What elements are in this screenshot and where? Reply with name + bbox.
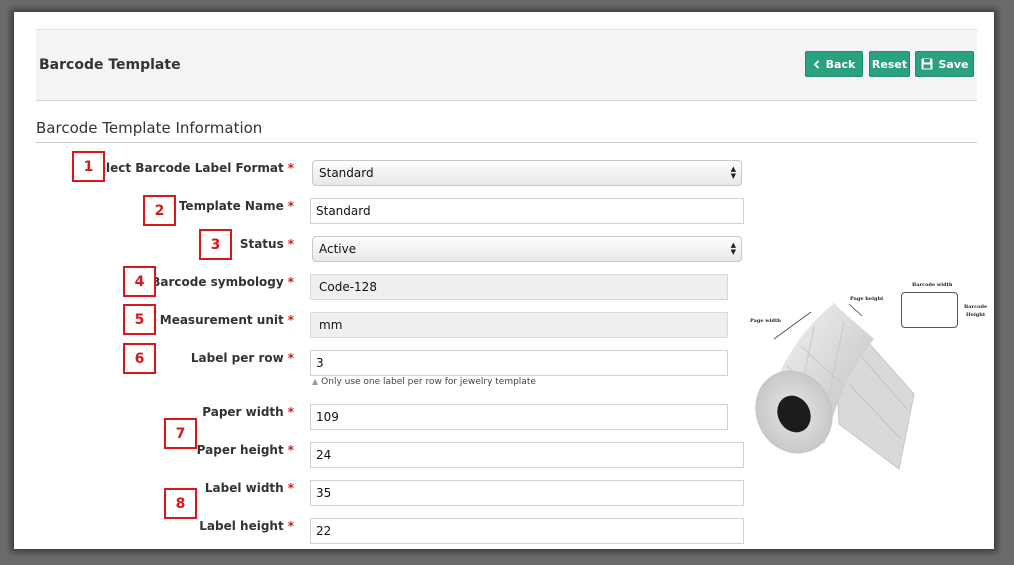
select-arrows-icon: ▲ ▼ xyxy=(730,165,736,180)
required-marker: * xyxy=(287,161,294,175)
save-button-label: Save xyxy=(938,57,969,71)
required-marker: * xyxy=(287,519,294,533)
measurement-unit-label: Measurement unit * xyxy=(159,313,294,327)
label-format-value: Standard xyxy=(319,166,374,180)
measurement-unit-field[interactable]: mm xyxy=(310,312,728,338)
template-name-label: Template Name * xyxy=(178,199,294,213)
required-marker: * xyxy=(287,443,294,457)
required-marker: * xyxy=(287,275,294,289)
label-per-row-hint: ▲ Only use one label per row for jewelry … xyxy=(312,377,536,387)
warning-triangle-icon: ▲ xyxy=(312,377,319,386)
required-marker: * xyxy=(287,351,294,365)
single-label-diagram xyxy=(901,292,958,328)
step-marker: 3 xyxy=(199,229,232,260)
label-width-label: Label width * xyxy=(204,481,294,495)
step-marker: 6 xyxy=(123,343,156,374)
template-name-input[interactable]: Standard xyxy=(310,198,744,224)
reset-button-label: Reset xyxy=(871,57,908,71)
back-button[interactable]: Back xyxy=(805,51,863,77)
paper-width-label: Paper width * xyxy=(202,405,294,419)
section-title: Barcode Template Information xyxy=(36,119,263,137)
required-marker: * xyxy=(287,313,294,327)
reset-button[interactable]: Reset xyxy=(869,51,910,77)
page-height-caption: Page height xyxy=(850,296,884,302)
back-button-label: Back xyxy=(825,57,856,71)
floppy-disk-icon xyxy=(921,58,933,70)
paper-height-input[interactable]: 24 xyxy=(310,442,744,468)
label-format-label: Select Barcode Label Format * xyxy=(89,161,294,175)
step-marker: 5 xyxy=(123,304,156,335)
required-marker: * xyxy=(287,237,294,251)
section-divider xyxy=(36,142,977,143)
page-width-caption: Page width xyxy=(750,318,781,324)
required-marker: * xyxy=(287,405,294,419)
required-marker: * xyxy=(287,199,294,213)
save-button[interactable]: Save xyxy=(915,51,974,77)
label-per-row-label: Label per row * xyxy=(190,351,294,365)
label-format-select[interactable]: Standard ▲ ▼ xyxy=(312,160,742,186)
step-marker: 4 xyxy=(123,266,156,297)
symbology-field[interactable]: Code-128 xyxy=(310,274,728,300)
step-marker: 2 xyxy=(143,195,176,226)
step-marker: 8 xyxy=(164,488,197,519)
step-marker: 1 xyxy=(72,151,105,182)
page-header: Barcode Template Back Reset Save xyxy=(36,29,977,101)
chevron-left-icon xyxy=(813,59,820,69)
label-height-input[interactable]: 22 xyxy=(310,518,744,544)
status-value: Active xyxy=(319,242,357,256)
label-per-row-input[interactable]: 3 xyxy=(310,350,728,376)
required-marker: * xyxy=(287,481,294,495)
app-window: Barcode Template Back Reset Save Barcode… xyxy=(14,12,994,549)
symbology-label: Barcode symbology * xyxy=(151,275,294,289)
barcode-height-caption-2: Height xyxy=(966,312,986,318)
paper-height-label: Paper height * xyxy=(196,443,294,457)
barcode-width-caption: Barcode width xyxy=(912,282,953,288)
page-title: Barcode Template xyxy=(39,57,181,73)
barcode-height-caption-1: Barcode xyxy=(964,304,988,310)
paper-width-input[interactable]: 109 xyxy=(310,404,728,430)
step-marker: 7 xyxy=(164,418,197,449)
label-height-label: Label height * xyxy=(199,519,294,533)
label-width-input[interactable]: 35 xyxy=(310,480,744,506)
select-arrows-icon: ▲ ▼ xyxy=(730,241,736,256)
status-label: Status * xyxy=(239,237,294,251)
status-select[interactable]: Active ▲ ▼ xyxy=(312,236,742,262)
